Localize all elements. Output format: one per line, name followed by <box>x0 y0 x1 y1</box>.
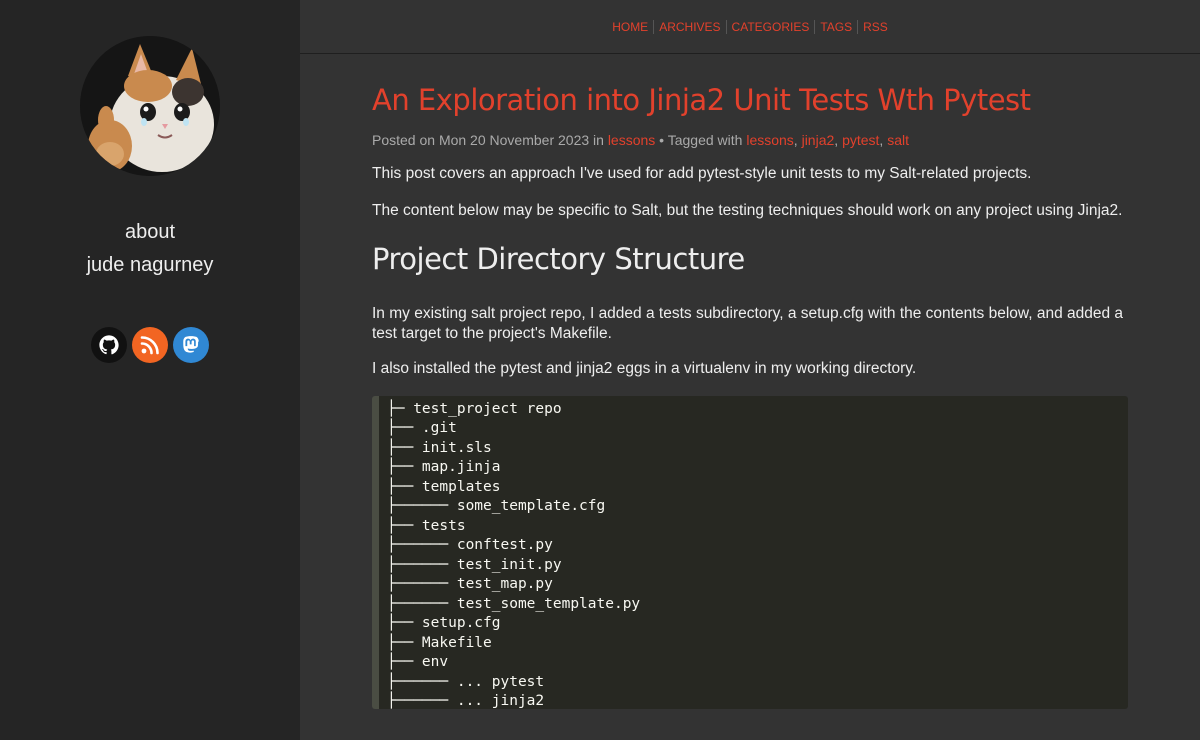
code-line: ├── .git <box>387 420 457 436</box>
top-nav: HOME ARCHIVES CATEGORIES TAGS RSS <box>300 0 1200 54</box>
code-line: ├────── test_map.py <box>387 576 553 592</box>
post-meta: Posted on Mon 20 November 2023 in lesson… <box>372 132 909 148</box>
posted-date: Posted on Mon 20 November 2023 in <box>372 132 608 148</box>
nav-archives[interactable]: ARCHIVES <box>653 19 725 34</box>
section-heading: Project Directory Structure <box>372 242 745 276</box>
tag-link[interactable]: salt <box>887 132 909 148</box>
code-line: ├─ test_project repo <box>387 400 562 417</box>
rss-icon <box>140 336 159 355</box>
code-line: ├────── ... jinja2 <box>387 693 545 709</box>
code-line: ├── setup.cfg <box>387 615 501 631</box>
tag-link[interactable]: lessons <box>746 132 793 148</box>
github-button[interactable] <box>91 327 127 363</box>
code-line: ├── Makefile <box>387 634 492 651</box>
code-line: ├────── conftest.py <box>387 537 553 553</box>
intro-paragraph: This post covers an approach I've used f… <box>372 165 1032 182</box>
code-line: ├────── ... pytest <box>387 673 545 690</box>
code-line: ├── tests <box>387 517 466 534</box>
nav-home[interactable]: HOME <box>607 20 653 34</box>
section-paragraph: In my existing salt project repo, I adde… <box>372 305 1124 342</box>
about-link[interactable]: about <box>0 216 300 249</box>
github-icon <box>99 335 119 355</box>
author-name: jude nagurney <box>86 254 214 276</box>
post-content: An Exploration into Jinja2 Unit Tests Wt… <box>372 78 1128 709</box>
nav-rss[interactable]: RSS <box>857 19 893 34</box>
sidebar: about jude nagurney <box>0 0 300 740</box>
tag-link[interactable]: pytest <box>842 132 879 148</box>
code-line: ├────── test_some_template.py <box>387 595 641 612</box>
mastodon-icon <box>183 336 199 353</box>
code-line: ├────── test_init.py <box>387 556 562 573</box>
tagged-prefix: • Tagged with <box>655 132 747 148</box>
code-line: ├── map.jinja <box>387 459 501 475</box>
code-line: ├── env <box>387 654 449 670</box>
nav-tags[interactable]: TAGS <box>814 19 857 34</box>
code-block: ├─ test_project repo ├── .git ├── init.s… <box>372 395 1128 712</box>
code-line: ├── templates <box>387 478 501 495</box>
avatar[interactable] <box>80 36 220 176</box>
code-line: ├────── some_template.cfg <box>387 498 606 514</box>
section-paragraph: I also installed the pytest and jinja2 e… <box>372 360 917 377</box>
cat-avatar-image <box>80 36 220 176</box>
tag-link[interactable]: jinja2 <box>802 132 835 148</box>
directory-tree: ├─ test_project repo ├── .git ├── init.s… <box>387 400 1116 712</box>
rss-button[interactable] <box>132 327 168 363</box>
nav-categories[interactable]: CATEGORIES <box>725 19 815 34</box>
intro-paragraph: The content below may be specific to Sal… <box>372 201 1123 219</box>
post-title[interactable]: An Exploration into Jinja2 Unit Tests Wt… <box>372 78 1128 122</box>
social-links <box>91 327 209 363</box>
site-about: about jude nagurney <box>0 216 300 282</box>
category-link[interactable]: lessons <box>608 132 655 148</box>
code-line: ├── init.sls <box>387 439 492 456</box>
mastodon-button[interactable] <box>173 327 209 363</box>
